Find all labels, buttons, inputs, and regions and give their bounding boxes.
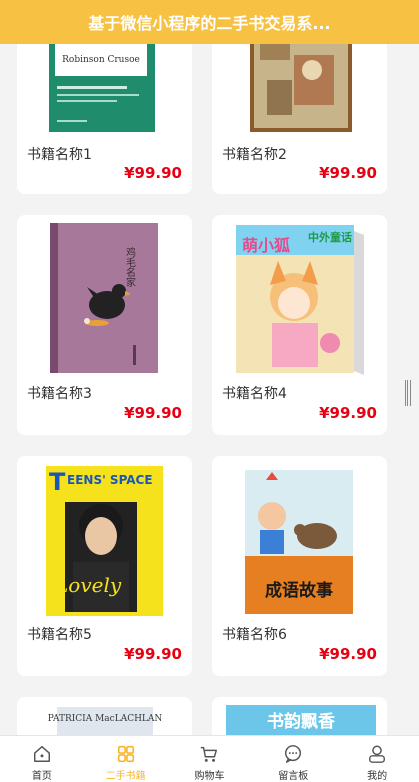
message-icon bbox=[285, 745, 302, 763]
book-name: 书籍名称3 bbox=[27, 386, 92, 402]
book-card-7[interactable]: PATRICIA MacLACHLAN bbox=[17, 697, 192, 735]
book-name: 书籍名称2 bbox=[222, 147, 287, 163]
svg-text:中外童话: 中外童话 bbox=[308, 230, 352, 244]
book-price: ¥99.90 bbox=[319, 164, 377, 182]
book-card-3[interactable]: 鸡毛名家 书籍名称3 ¥99.90 bbox=[17, 215, 192, 435]
book-card-6[interactable]: 成语故事 书籍名称6 ¥99.90 bbox=[212, 456, 387, 676]
tab-cart[interactable]: 购物车 bbox=[168, 736, 252, 782]
tab-label: 我的 bbox=[367, 771, 388, 782]
book-price: ¥99.90 bbox=[124, 645, 182, 663]
book-cover-7: PATRICIA MacLACHLAN bbox=[48, 707, 163, 735]
tab-label: 二手书籍 bbox=[105, 771, 146, 782]
book-name: 书籍名称1 bbox=[27, 147, 92, 163]
tab-label: 购物车 bbox=[194, 771, 225, 782]
book-card-4[interactable]: 萌小狐 中外童话 书籍名称4 ¥99.90 bbox=[212, 215, 387, 435]
home-icon bbox=[33, 746, 50, 762]
svg-text:EENS' SPACE: EENS' SPACE bbox=[67, 473, 153, 487]
book-price: ¥99.90 bbox=[319, 404, 377, 422]
book-price: ¥99.90 bbox=[124, 404, 182, 422]
svg-text:萌小狐: 萌小狐 bbox=[242, 236, 290, 255]
svg-text:成语故事: 成语故事 bbox=[265, 580, 333, 601]
book-card-8[interactable]: 书韵飘香 bbox=[212, 697, 387, 735]
user-icon bbox=[369, 745, 386, 763]
book-cover-4: 萌小狐 中外童话 bbox=[236, 225, 364, 375]
tab-books[interactable]: 二手书籍 bbox=[84, 736, 168, 782]
book-cover-5: T EENS' SPACE Lovely bbox=[46, 466, 163, 616]
book-name: 书籍名称6 bbox=[222, 627, 287, 643]
book-cover-3: 鸡毛名家 bbox=[50, 223, 158, 373]
tab-message-board[interactable]: 留言板 bbox=[251, 736, 335, 782]
grid-icon bbox=[117, 745, 134, 763]
app-header: 基于微信小程序的二手书交易系... bbox=[0, 0, 419, 44]
book-name: 书籍名称5 bbox=[27, 627, 92, 643]
scrollbar-handle[interactable] bbox=[405, 380, 411, 406]
svg-text:PATRICIA MacLACHLAN: PATRICIA MacLACHLAN bbox=[48, 714, 163, 724]
bottom-tab-bar: 首页 二手书籍 购物车 留言板 我的 bbox=[0, 735, 419, 782]
book-cover-8: 书韵飘香 bbox=[226, 705, 376, 735]
svg-text:T: T bbox=[49, 468, 66, 496]
page-title: 基于微信小程序的二手书交易系... bbox=[88, 14, 331, 33]
book-price: ¥99.90 bbox=[124, 164, 182, 182]
book-price: ¥99.90 bbox=[319, 645, 377, 663]
book-card-5[interactable]: T EENS' SPACE Lovely 书籍名称5 ¥99.90 bbox=[17, 456, 192, 676]
book-cover-6: 成语故事 bbox=[245, 470, 353, 614]
book-name: 书籍名称4 bbox=[222, 386, 287, 402]
svg-text:鸡毛名家: 鸡毛名家 bbox=[124, 246, 136, 287]
tab-home[interactable]: 首页 bbox=[0, 736, 84, 782]
svg-text:Robinson Crusoe: Robinson Crusoe bbox=[62, 55, 140, 65]
cart-icon bbox=[201, 746, 218, 762]
tab-profile[interactable]: 我的 bbox=[335, 736, 419, 782]
book-list: Robinson Crusoe 书籍名称1 ¥99.90 书籍名称2 ¥99.9… bbox=[0, 0, 419, 735]
tab-label: 首页 bbox=[31, 771, 52, 782]
svg-text:书韵飘香: 书韵飘香 bbox=[267, 711, 335, 732]
tab-label: 留言板 bbox=[278, 771, 309, 782]
svg-text:Lovely: Lovely bbox=[54, 573, 122, 597]
